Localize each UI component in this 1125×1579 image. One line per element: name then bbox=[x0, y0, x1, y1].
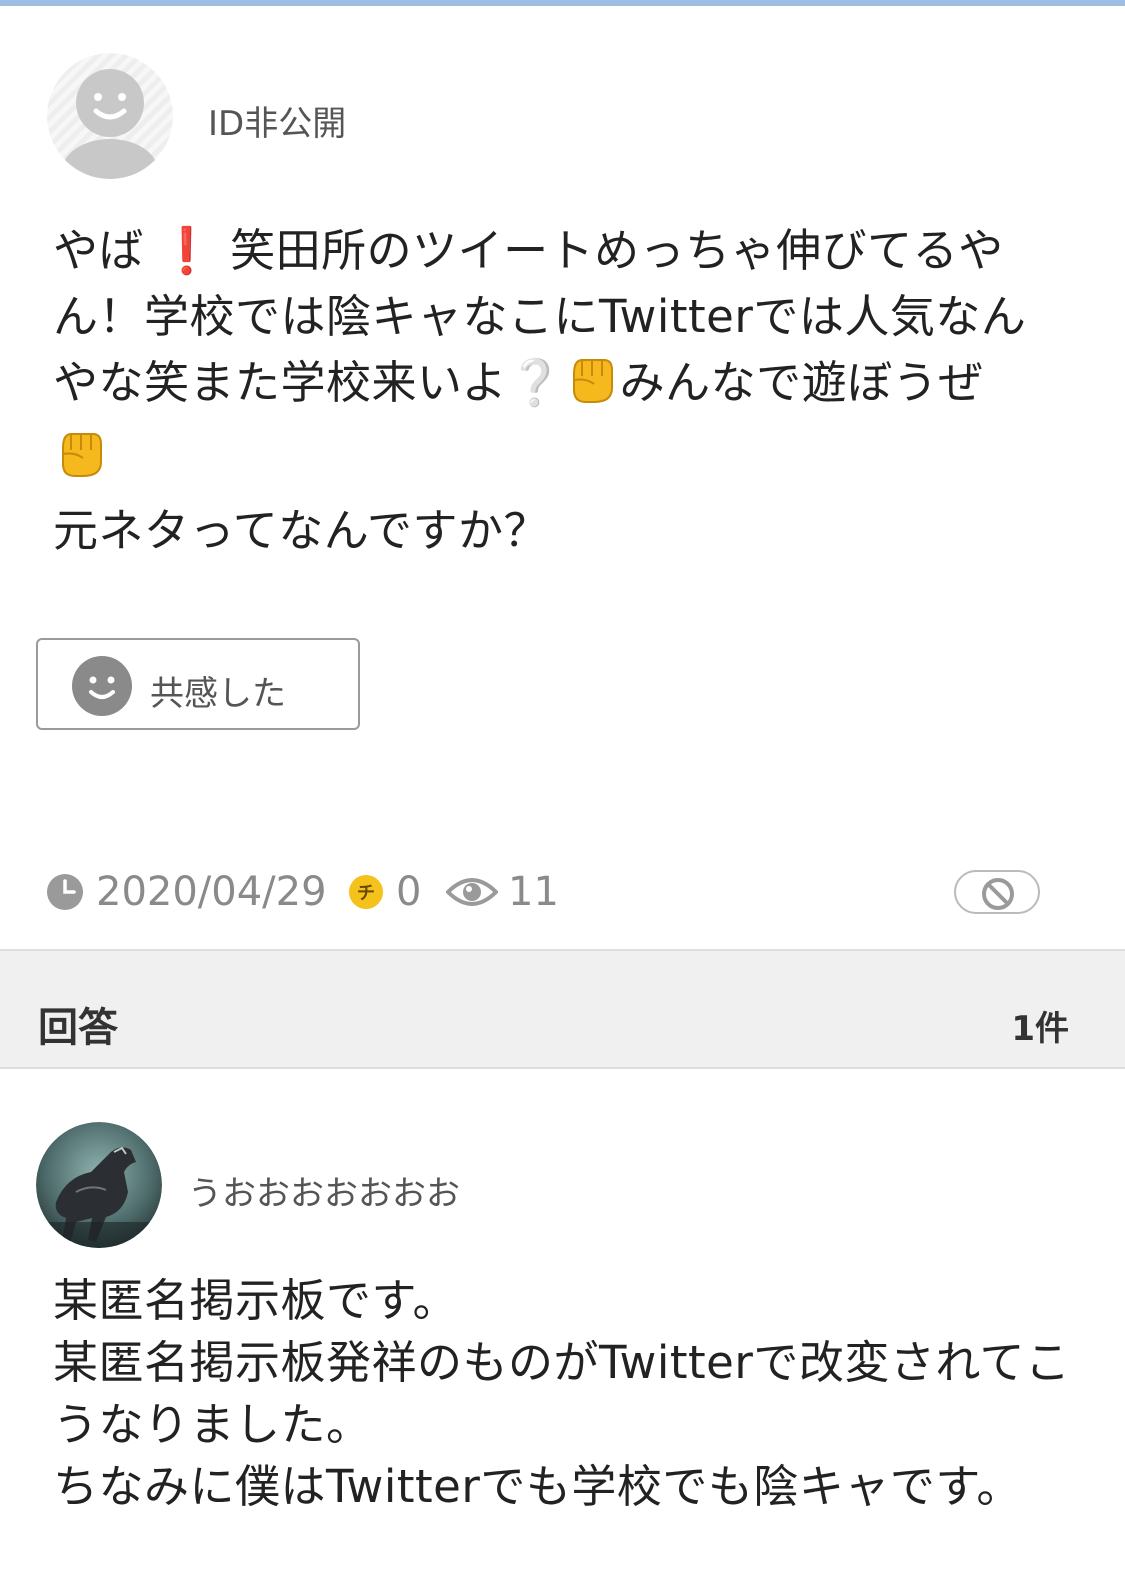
svg-text:チ: チ bbox=[357, 883, 375, 904]
question-mark-emoji: ❔ bbox=[507, 356, 564, 409]
question-text: 笑田所のツイートめっちゃ伸びてるや bbox=[230, 224, 1004, 277]
empathy-button-label: 共感した bbox=[150, 674, 286, 714]
question-line-2: ん！学校では陰キャなこにTwitterでは人気なん bbox=[53, 290, 1027, 343]
question-author-avatar[interactable] bbox=[47, 53, 173, 179]
answers-count: 1件 bbox=[1011, 1009, 1069, 1049]
question-meta: 2020/04/29 チ 0 11 bbox=[46, 866, 1046, 918]
question-text: やな笑また学校来いよ bbox=[53, 356, 508, 409]
top-accent-bar bbox=[0, 0, 1125, 6]
answer-line: 某匿名掲示板発祥のものがTwitterで改変されてこ bbox=[53, 1336, 1071, 1389]
answers-title: 回答 bbox=[38, 1005, 118, 1051]
answer-body: 某匿名掲示板です。 某匿名掲示板発祥のものがTwitterで改変されてこ うなり… bbox=[53, 1270, 1073, 1518]
smiley-face-icon bbox=[72, 656, 132, 716]
block-icon bbox=[982, 878, 1014, 910]
answers-section-header: 回答 1件 bbox=[0, 949, 1125, 1069]
dinosaur-avatar-image bbox=[36, 1122, 162, 1248]
clock-icon bbox=[47, 874, 83, 910]
question-line-4 bbox=[53, 424, 1073, 498]
raised-fist-emoji bbox=[53, 424, 109, 498]
exclamation-emoji: ❗ bbox=[158, 224, 216, 277]
post-date: 2020/04/29 bbox=[96, 869, 327, 915]
coin-count: 0 bbox=[396, 869, 422, 915]
question-body: やば ❗ 笑田所のツイートめっちゃ伸びてるや ん！学校では陰キャなこにTwitt… bbox=[53, 218, 1073, 564]
coin-icon: チ bbox=[349, 875, 383, 909]
answer-author-avatar[interactable] bbox=[36, 1122, 162, 1248]
question-line-5: 元ネタってなんですか？ bbox=[53, 504, 550, 557]
answer-line: 某匿名掲示板です。 bbox=[53, 1274, 459, 1327]
answer-line: ちなみに僕はTwitterでも学校でも陰キャです。 bbox=[53, 1460, 1022, 1513]
view-count: 11 bbox=[508, 869, 559, 915]
eye-icon bbox=[446, 878, 498, 906]
question-line-1: やば ❗ 笑田所のツイートめっちゃ伸びてるや bbox=[53, 218, 1073, 284]
question-line-3: やな笑また学校来いよ❔ みんなで遊ぼうぜ bbox=[53, 350, 1073, 424]
default-avatar-icon bbox=[47, 53, 173, 179]
empathy-button[interactable]: 共感した bbox=[36, 638, 360, 730]
raised-fist-emoji bbox=[564, 350, 620, 424]
question-text: みんなで遊ぼうぜ bbox=[619, 356, 984, 409]
answer-line: うなりました。 bbox=[53, 1398, 372, 1451]
question-text: やば bbox=[53, 224, 145, 277]
answer-author-name[interactable]: うおおおおおおお bbox=[188, 1166, 460, 1215]
block-button[interactable] bbox=[954, 870, 1040, 914]
question-author-name[interactable]: ID非公開 bbox=[208, 96, 346, 145]
